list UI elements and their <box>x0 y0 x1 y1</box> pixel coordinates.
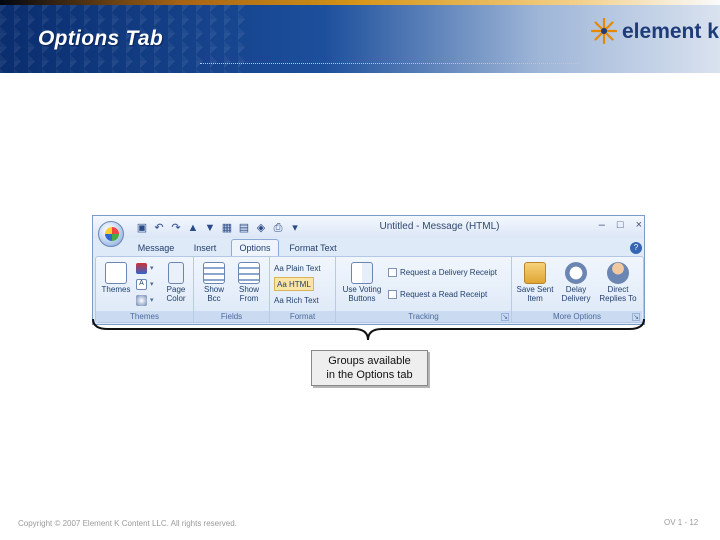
tab-message[interactable]: Message <box>133 240 179 256</box>
office-button[interactable] <box>98 221 124 247</box>
themes-icon <box>105 262 127 284</box>
theme-colors-icon <box>136 262 147 274</box>
title-bar: ▣ ↶ ↷ ▲ ▼ ▦ ▤ ◈ ⎙ ▾ Untitled - Message (… <box>93 216 644 238</box>
tab-options[interactable]: Options <box>231 239 279 257</box>
delivery-receipt-checkbox[interactable]: Request a Delivery Receipt <box>388 265 497 279</box>
bracket-icon <box>92 318 645 341</box>
direct-replies-label: Direct Replies To <box>599 285 637 303</box>
theme-colors-button[interactable]: ▾ <box>136 261 154 275</box>
checkbox-icon <box>388 267 397 277</box>
page-number: OV 1 - 12 <box>664 518 699 527</box>
theme-effects-icon <box>136 294 147 306</box>
dropdown-icon: ▾ <box>150 281 154 288</box>
delay-delivery-button[interactable]: Delay Delivery <box>556 260 596 309</box>
dropdown-icon: ▾ <box>150 297 154 304</box>
callout-box: Groups available in the Options tab <box>311 350 428 386</box>
save-sent-label: Save Sent Item <box>516 285 554 303</box>
copyright-text: Copyright © 2007 Element K Content LLC. … <box>18 519 237 528</box>
tab-insert[interactable]: Insert <box>185 240 225 256</box>
plain-text-label: Aa Plain Text <box>274 263 321 273</box>
direct-replies-button[interactable]: Direct Replies To <box>596 260 640 309</box>
theme-fonts-button[interactable]: A ▾ <box>136 277 154 291</box>
themes-button[interactable]: Themes <box>100 260 132 309</box>
starburst-icon <box>590 17 618 45</box>
close-button[interactable]: × <box>636 219 642 231</box>
show-from-label: Show From <box>238 285 259 303</box>
page-color-icon <box>168 262 184 284</box>
save-sent-item-button[interactable]: Save Sent Item <box>514 260 556 309</box>
ribbon-tabs: Message Insert Options Format Text ? <box>93 238 644 257</box>
show-bcc-label: Show Bcc <box>203 285 224 303</box>
folder-icon <box>524 262 546 284</box>
page-color-label: Page Color <box>166 285 186 303</box>
callout-line-2: in the Options tab <box>326 369 413 381</box>
brand-logo: element k <box>584 13 720 53</box>
brand-name: element k <box>622 20 719 43</box>
checkbox-icon <box>388 289 397 299</box>
show-from-button[interactable]: Show From <box>232 260 266 309</box>
use-voting-label: Use Voting Buttons <box>342 285 382 303</box>
person-icon <box>607 262 629 284</box>
read-receipt-checkbox[interactable]: Request a Read Receipt <box>388 287 487 301</box>
minimize-button[interactable]: – <box>599 219 605 231</box>
title-divider <box>200 63 580 64</box>
delivery-receipt-label: Request a Delivery Receipt <box>400 267 497 277</box>
use-voting-buttons-button[interactable]: Use Voting Buttons <box>340 260 384 309</box>
slide-title: Options Tab <box>38 27 164 50</box>
html-button[interactable]: Aa HTML <box>274 277 314 291</box>
help-icon[interactable]: ? <box>630 242 642 254</box>
message-window: ▣ ↶ ↷ ▲ ▼ ▦ ▤ ◈ ⎙ ▾ Untitled - Message (… <box>92 215 645 325</box>
show-bcc-button[interactable]: Show Bcc <box>198 260 230 309</box>
window-controls: – □ × <box>599 219 642 231</box>
themes-label: Themes <box>101 285 131 294</box>
theme-fonts-icon: A <box>136 278 147 290</box>
clock-icon <box>565 262 587 284</box>
group-format: Aa Plain Text Aa HTML Aa Rich Text Forma… <box>270 257 336 322</box>
rich-text-label: Aa Rich Text <box>274 295 319 305</box>
slide-header: Options Tab element k <box>0 0 720 73</box>
theme-effects-button[interactable]: ▾ <box>136 293 154 307</box>
html-label: Aa HTML <box>277 279 311 289</box>
page-color-button[interactable]: Page Color <box>160 260 192 309</box>
group-tracking: Use Voting Buttons Request a Delivery Re… <box>336 257 512 322</box>
group-themes: Themes ▾ A ▾ ▾ Page Color Themes <box>96 257 194 322</box>
show-bcc-icon <box>203 262 225 284</box>
window-title: Untitled - Message (HTML) <box>379 221 500 232</box>
show-from-icon <box>238 262 260 284</box>
plain-text-button[interactable]: Aa Plain Text <box>274 261 321 275</box>
group-more-options: Save Sent Item Delay Delivery Direct Rep… <box>512 257 642 322</box>
rich-text-button[interactable]: Aa Rich Text <box>274 293 319 307</box>
group-fields: Show Bcc Show From Fields <box>194 257 270 322</box>
maximize-button[interactable]: □ <box>617 219 624 231</box>
dropdown-icon: ▾ <box>150 265 154 272</box>
ribbon-options: Themes ▾ A ▾ ▾ Page Color Themes Show Bcc <box>95 256 644 323</box>
delay-delivery-label: Delay Delivery <box>561 285 591 303</box>
callout-line-1: Groups available <box>328 355 411 367</box>
tab-format-text[interactable]: Format Text <box>285 240 341 256</box>
read-receipt-label: Request a Read Receipt <box>400 289 488 299</box>
office-logo-icon <box>105 227 119 241</box>
voting-icon <box>351 262 373 284</box>
